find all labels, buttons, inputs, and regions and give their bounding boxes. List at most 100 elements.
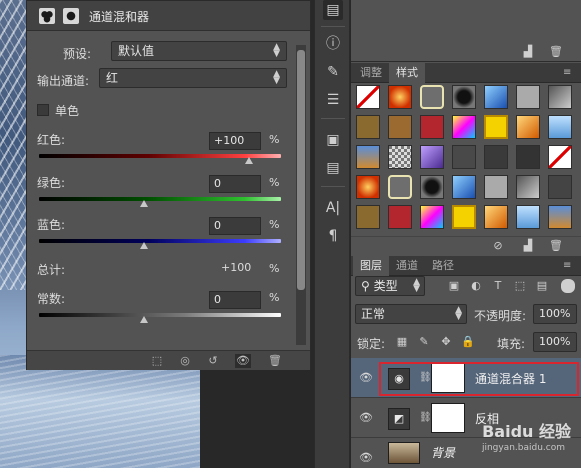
info-icon[interactable]: ⓘ bbox=[323, 34, 343, 54]
style-swatch[interactable] bbox=[388, 175, 412, 199]
paragraph-icon[interactable]: ¶ bbox=[323, 226, 343, 246]
style-swatch[interactable] bbox=[516, 115, 540, 139]
link-icon[interactable]: ⛓ bbox=[419, 371, 432, 385]
lock-all-icon[interactable]: 🔒 bbox=[461, 335, 475, 349]
background-thumbnail[interactable] bbox=[388, 442, 420, 464]
style-swatch[interactable] bbox=[452, 205, 476, 229]
opacity-input[interactable]: 100% bbox=[533, 304, 577, 324]
layer-mask-thumbnail[interactable] bbox=[431, 403, 465, 433]
tab-paths[interactable]: 路径 bbox=[425, 256, 461, 276]
style-swatch[interactable] bbox=[548, 175, 572, 199]
style-swatch[interactable] bbox=[548, 205, 572, 229]
channel-mixer-icon[interactable] bbox=[39, 8, 55, 24]
smart-object-filter-icon[interactable]: ▤ bbox=[535, 279, 549, 293]
style-swatch[interactable] bbox=[420, 205, 444, 229]
properties-dock-icon[interactable]: ▤ bbox=[323, 0, 343, 20]
style-swatch[interactable] bbox=[452, 85, 476, 109]
tab-styles[interactable]: 样式 bbox=[389, 63, 425, 83]
lock-transparent-icon[interactable]: ▦ bbox=[395, 335, 409, 349]
new-icon[interactable]: ▟ bbox=[521, 45, 535, 59]
style-swatch[interactable] bbox=[356, 205, 380, 229]
style-swatch[interactable] bbox=[356, 115, 380, 139]
blue-slider-track[interactable] bbox=[39, 239, 281, 243]
brush-presets-icon[interactable]: ✎ bbox=[323, 62, 343, 82]
output-channel-dropdown[interactable]: 红 ▲ ▼ bbox=[99, 68, 287, 88]
link-icon[interactable]: ⛓ bbox=[419, 411, 432, 425]
style-swatch[interactable] bbox=[452, 145, 476, 169]
tab-channels[interactable]: 通道 bbox=[389, 256, 425, 276]
trash-icon[interactable]: 🗑 bbox=[549, 45, 563, 59]
layer-name[interactable]: 通道混合器 1 bbox=[475, 370, 546, 387]
green-slider-track[interactable] bbox=[39, 197, 281, 201]
blue-slider-thumb[interactable] bbox=[140, 242, 148, 249]
style-swatch[interactable] bbox=[420, 85, 444, 109]
red-value-input[interactable]: +100 bbox=[209, 132, 261, 150]
mask-icon[interactable] bbox=[63, 8, 79, 24]
layer-kind-filter[interactable]: ⚲ 类型 ▲ ▼ bbox=[355, 276, 425, 296]
blend-mode-dropdown[interactable]: 正常 ▲ ▼ bbox=[355, 304, 467, 324]
preset-dropdown[interactable]: 默认值 ▲ ▼ bbox=[111, 41, 287, 61]
style-swatch[interactable] bbox=[388, 115, 412, 139]
reset-icon[interactable]: ↺ bbox=[205, 354, 221, 368]
adjustment-filter-icon[interactable]: ◐ bbox=[469, 279, 483, 293]
style-swatch[interactable] bbox=[420, 175, 444, 199]
style-swatch[interactable] bbox=[548, 145, 572, 169]
green-slider-thumb[interactable] bbox=[140, 200, 148, 207]
style-swatch[interactable] bbox=[484, 115, 508, 139]
shape-filter-icon[interactable]: ⬚ bbox=[513, 279, 527, 293]
view-previous-state-icon[interactable]: ◎ bbox=[177, 354, 193, 368]
style-swatch[interactable] bbox=[484, 175, 508, 199]
tab-layers[interactable]: 图层 bbox=[353, 256, 389, 276]
style-swatch-none[interactable] bbox=[356, 85, 380, 109]
style-swatch[interactable] bbox=[484, 205, 508, 229]
monochrome-checkbox[interactable] bbox=[37, 104, 49, 116]
properties-scrollbar[interactable] bbox=[296, 45, 306, 345]
style-swatch[interactable] bbox=[356, 175, 380, 199]
history-icon[interactable]: ▣ bbox=[323, 130, 343, 150]
style-swatch[interactable] bbox=[452, 175, 476, 199]
style-swatch[interactable] bbox=[516, 85, 540, 109]
eye-icon[interactable]: 👁 bbox=[359, 411, 373, 425]
style-swatch[interactable] bbox=[388, 145, 412, 169]
style-swatch[interactable] bbox=[452, 115, 476, 139]
style-swatch[interactable] bbox=[420, 145, 444, 169]
style-swatch[interactable] bbox=[548, 85, 572, 109]
style-swatch[interactable] bbox=[516, 205, 540, 229]
style-swatch[interactable] bbox=[516, 175, 540, 199]
lock-position-icon[interactable]: ✥ bbox=[439, 335, 453, 349]
lock-image-icon[interactable]: ✎ bbox=[417, 335, 431, 349]
panel-menu-icon[interactable]: ≡ bbox=[563, 260, 575, 271]
style-swatch[interactable] bbox=[356, 145, 380, 169]
layer-name[interactable]: 背景 bbox=[431, 444, 455, 461]
blue-value-input[interactable]: 0 bbox=[209, 217, 261, 235]
layer-row-channel-mixer[interactable]: 👁 ◉ ⛓ 通道混合器 1 bbox=[351, 358, 581, 398]
constant-value-input[interactable]: 0 bbox=[209, 291, 261, 309]
type-filter-icon[interactable]: T bbox=[491, 279, 505, 293]
new-style-icon[interactable]: ▟ bbox=[521, 239, 535, 253]
visibility-eye-icon[interactable]: 👁 bbox=[235, 354, 251, 368]
style-swatch[interactable] bbox=[388, 85, 412, 109]
red-slider-thumb[interactable] bbox=[245, 157, 253, 164]
eye-icon[interactable]: 👁 bbox=[359, 371, 373, 385]
style-swatch[interactable] bbox=[548, 115, 572, 139]
character-icon[interactable]: A| bbox=[323, 198, 343, 218]
fill-input[interactable]: 100% bbox=[533, 332, 577, 352]
pixel-filter-icon[interactable]: ▣ bbox=[447, 279, 461, 293]
constant-slider-thumb[interactable] bbox=[140, 316, 148, 323]
style-swatch[interactable] bbox=[484, 85, 508, 109]
style-swatch[interactable] bbox=[388, 205, 412, 229]
style-swatch[interactable] bbox=[484, 145, 508, 169]
style-swatch[interactable] bbox=[420, 115, 444, 139]
layer-mask-thumbnail[interactable] bbox=[431, 363, 465, 393]
panel-menu-icon[interactable]: ≡ bbox=[563, 67, 575, 78]
notes-icon[interactable]: ▤ bbox=[323, 158, 343, 178]
delete-adjustment-icon[interactable]: 🗑 bbox=[267, 354, 283, 368]
clip-to-layer-icon[interactable]: ⬚ bbox=[149, 354, 165, 368]
adjustment-sliders-icon[interactable]: ☰ bbox=[323, 90, 343, 110]
clear-style-icon[interactable]: ⊘ bbox=[491, 239, 505, 253]
filter-toggle-icon[interactable] bbox=[561, 279, 575, 293]
constant-slider-track[interactable] bbox=[39, 313, 281, 317]
tab-adjustments[interactable]: 调整 bbox=[353, 63, 389, 83]
green-value-input[interactable]: 0 bbox=[209, 175, 261, 193]
scrollbar-thumb[interactable] bbox=[297, 50, 305, 290]
